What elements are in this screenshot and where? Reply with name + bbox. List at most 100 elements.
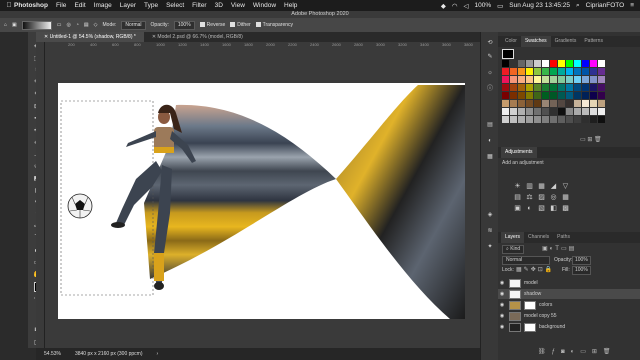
reverse-checkbox[interactable]: Reverse bbox=[199, 22, 225, 28]
angle-gradient-icon[interactable]: ◔ bbox=[76, 22, 79, 28]
swatch-color[interactable] bbox=[502, 108, 509, 115]
tab-color[interactable]: Color bbox=[501, 36, 521, 47]
swatch-color[interactable] bbox=[526, 116, 533, 123]
swatch-color[interactable] bbox=[566, 68, 573, 75]
swatch-color[interactable] bbox=[558, 116, 565, 123]
swatch-color[interactable] bbox=[510, 60, 517, 67]
swatch-color[interactable] bbox=[534, 92, 541, 99]
menu-3d[interactable]: 3D bbox=[215, 2, 223, 9]
layer-mask[interactable] bbox=[524, 300, 536, 310]
channels-icon[interactable]: ≋ bbox=[486, 228, 494, 235]
swatch-color[interactable] bbox=[590, 116, 597, 123]
trash-icon[interactable]: 🗑 bbox=[603, 349, 617, 355]
lock-all-icon[interactable]: 🔒 bbox=[545, 267, 554, 273]
filter-shape-icon[interactable]: ▭ bbox=[561, 246, 569, 252]
swatch-color[interactable] bbox=[598, 84, 605, 91]
swatch-color[interactable] bbox=[526, 108, 533, 115]
search-icon[interactable]: ⌕ bbox=[576, 2, 580, 10]
transparency-checkbox[interactable]: Transparency bbox=[255, 22, 293, 28]
swatch-color[interactable] bbox=[518, 68, 525, 75]
swatch-color[interactable] bbox=[566, 108, 573, 115]
swatch-color[interactable] bbox=[574, 84, 581, 91]
swatch-color[interactable] bbox=[590, 60, 597, 67]
history-icon[interactable]: ⟲ bbox=[486, 40, 494, 47]
swatch-color[interactable] bbox=[550, 76, 557, 83]
swatch-color[interactable] bbox=[510, 76, 517, 83]
adjustment-icon-9[interactable]: ▦ bbox=[560, 193, 571, 203]
swatch-color[interactable] bbox=[542, 108, 549, 115]
swatch-color[interactable] bbox=[542, 84, 549, 91]
menu-view[interactable]: View bbox=[231, 2, 245, 9]
swatch-color[interactable] bbox=[510, 108, 517, 115]
swatch-color[interactable] bbox=[550, 100, 557, 107]
menu-image[interactable]: Image bbox=[94, 2, 112, 9]
filter-pixel-icon[interactable]: ▣ bbox=[542, 246, 550, 252]
tab-adjustments[interactable]: Adjustments bbox=[501, 147, 537, 158]
brush-settings-icon[interactable]: ✎ bbox=[486, 54, 494, 61]
swatch-color[interactable] bbox=[590, 84, 597, 91]
layers-icon[interactable]: ◈ bbox=[486, 212, 494, 219]
tab-paths[interactable]: Paths bbox=[553, 232, 574, 243]
adjustment-icon-13[interactable]: ◧ bbox=[548, 204, 559, 214]
tab-patterns[interactable]: Patterns bbox=[580, 36, 607, 47]
swatch-color[interactable] bbox=[550, 60, 557, 67]
menu-window[interactable]: Window bbox=[253, 2, 276, 9]
adjustments-icon[interactable]: ◐ bbox=[486, 138, 494, 145]
menu-filter[interactable]: Filter bbox=[192, 2, 206, 9]
swatch-color[interactable] bbox=[502, 92, 509, 99]
dropbox-icon[interactable]: ◆ bbox=[441, 2, 446, 10]
visibility-eye-icon[interactable]: ◉ bbox=[498, 291, 506, 297]
blend-mode-select[interactable]: Normal bbox=[502, 256, 550, 265]
styles-icon[interactable]: ▦ bbox=[486, 154, 494, 161]
layer-model-copy-55[interactable]: ◉ model copy 55 bbox=[498, 311, 640, 321]
adjustment-icon-6[interactable]: ⚖ bbox=[524, 193, 535, 203]
swatch-color[interactable] bbox=[574, 92, 581, 99]
swatch-color[interactable] bbox=[558, 60, 565, 67]
filter-smart-icon[interactable]: ▤ bbox=[569, 246, 577, 252]
adjustment-icon-11[interactable]: ◐ bbox=[524, 204, 535, 214]
dither-checkbox[interactable]: Dither bbox=[230, 22, 251, 28]
swatch-color[interactable] bbox=[510, 92, 517, 99]
layer-background[interactable]: ◉ background bbox=[498, 322, 640, 332]
swatch-color[interactable] bbox=[550, 92, 557, 99]
lock-transparent-icon[interactable]: ▦ bbox=[516, 267, 524, 273]
swatch-color[interactable] bbox=[510, 84, 517, 91]
swatch-color[interactable] bbox=[526, 84, 533, 91]
layer-filter-kind[interactable]: ⌕ Kind bbox=[502, 245, 525, 254]
wifi-icon[interactable]: ◠ bbox=[452, 2, 458, 10]
swatch-color[interactable] bbox=[590, 68, 597, 75]
lock-image-icon[interactable]: ✎ bbox=[524, 267, 531, 273]
gradient-picker[interactable] bbox=[21, 20, 52, 30]
swatch-color[interactable] bbox=[566, 116, 573, 123]
adjustment-icon-3[interactable]: ◢ bbox=[548, 182, 559, 192]
swatch-color[interactable] bbox=[502, 84, 509, 91]
swatch-color[interactable] bbox=[518, 92, 525, 99]
swatch-color[interactable] bbox=[574, 108, 581, 115]
document-canvas[interactable] bbox=[58, 83, 465, 319]
swatch-color[interactable] bbox=[558, 100, 565, 107]
lock-artboard-icon[interactable]: ⊡ bbox=[538, 267, 545, 273]
swatch-color[interactable] bbox=[518, 116, 525, 123]
adjustment-layer-icon[interactable]: ◐ bbox=[571, 349, 581, 355]
tab-untitled-1[interactable]: ✕ Untitled-1 @ 54.5% (shadow, RGB/8) * bbox=[36, 32, 144, 42]
chevron-right-icon[interactable]: › bbox=[157, 351, 159, 357]
zoom-level[interactable]: 54.53% bbox=[44, 351, 61, 357]
swatch-color[interactable] bbox=[542, 76, 549, 83]
layer-mask[interactable] bbox=[524, 322, 536, 332]
swatch-color[interactable] bbox=[590, 108, 597, 115]
adjustment-icon-2[interactable]: ▦ bbox=[536, 182, 547, 192]
visibility-eye-icon[interactable]: ◉ bbox=[498, 324, 506, 330]
menu-type[interactable]: Type bbox=[144, 2, 158, 9]
lock-position-icon[interactable]: ✥ bbox=[531, 267, 538, 273]
home-icon[interactable]: ⌂ bbox=[4, 22, 7, 28]
swatch-color[interactable] bbox=[526, 68, 533, 75]
opacity-input[interactable]: 100% bbox=[173, 20, 195, 30]
swatch-color[interactable] bbox=[542, 68, 549, 75]
diamond-gradient-icon[interactable]: ◇ bbox=[94, 22, 98, 28]
swatch-color[interactable] bbox=[558, 76, 565, 83]
fill-input[interactable]: 100% bbox=[572, 266, 591, 275]
reflected-gradient-icon[interactable]: ▤ bbox=[84, 22, 89, 28]
adjustment-icon-4[interactable]: ▽ bbox=[560, 182, 571, 192]
group-icon[interactable]: ▭ bbox=[580, 349, 592, 355]
visibility-eye-icon[interactable]: ◉ bbox=[498, 313, 506, 319]
